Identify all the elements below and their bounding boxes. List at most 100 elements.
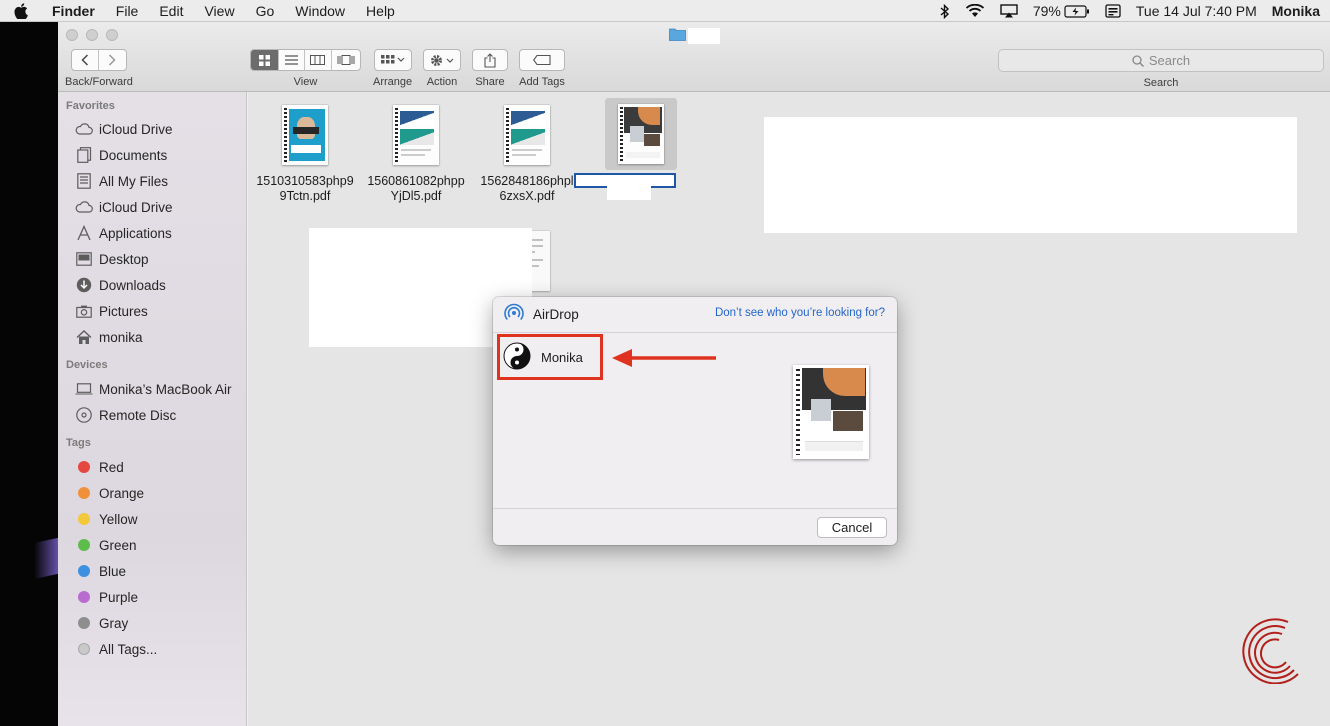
sidebar-item-label: Yellow (99, 511, 138, 527)
home-icon (74, 329, 94, 345)
add-tags-button[interactable] (520, 50, 564, 70)
grid-icon (258, 54, 270, 66)
airplay-icon[interactable] (1000, 4, 1018, 18)
search-icon (1132, 54, 1144, 67)
list-icon (284, 55, 298, 65)
wifi-icon[interactable] (965, 4, 985, 18)
applications-icon (74, 225, 94, 241)
tag-icon (533, 55, 551, 65)
chevron-right-icon (109, 54, 116, 66)
forward-button[interactable] (99, 50, 126, 70)
apple-icon[interactable] (14, 2, 36, 19)
sidebar-tag-blue[interactable]: Blue (58, 558, 246, 584)
user-name[interactable]: Monika (1272, 3, 1320, 19)
sidebar-item-label: Applications (99, 225, 172, 241)
sidebar-tag-orange[interactable]: Orange (58, 480, 246, 506)
sidebar-item-label: Pictures (99, 303, 148, 319)
share-button[interactable] (473, 50, 507, 70)
sidebar-item-icloud-drive-2[interactable]: iCloud Drive (58, 194, 246, 220)
pdf-file-icon (618, 104, 664, 164)
sidebar-tag-red[interactable]: Red (58, 454, 246, 480)
window-title (669, 27, 720, 44)
zoom-window-button[interactable] (106, 29, 118, 41)
back-button[interactable] (72, 50, 99, 70)
sidebar-item-documents[interactable]: Documents (58, 142, 246, 168)
sidebar-item-pictures[interactable]: Pictures (58, 298, 246, 324)
disc-icon (74, 407, 94, 423)
airdrop-sheet: AirDrop Don’t see who you’re looking for… (493, 297, 897, 545)
menu-go[interactable]: Go (256, 3, 275, 19)
file-item[interactable]: 1562848186phpl 6zxsX.pdf (475, 100, 579, 204)
file-item[interactable]: 1510310583php9 9Tctn.pdf (253, 100, 357, 204)
menu-edit[interactable]: Edit (159, 3, 183, 19)
sidebar: Favorites iCloud Drive Documents All My … (58, 92, 247, 726)
menu-file[interactable]: File (116, 3, 139, 19)
sidebar-item-label: Documents (99, 147, 168, 163)
file-name: 1510310583php9 9Tctn.pdf (253, 174, 357, 204)
bluetooth-icon[interactable] (940, 3, 950, 19)
sidebar-section-favorites: Favorites (66, 100, 115, 112)
airdrop-help-link[interactable]: Don’t see who you’re looking for? (715, 307, 885, 319)
menu-help[interactable]: Help (366, 3, 395, 19)
sidebar-item-label: Monika’s MacBook Air (99, 381, 232, 397)
sidebar-item-macbook-air[interactable]: Monika’s MacBook Air (58, 376, 246, 402)
sidebar-tag-yellow[interactable]: Yellow (58, 506, 246, 532)
file-name-line: 6zxsX.pdf (499, 189, 555, 203)
airdrop-title: AirDrop (533, 307, 579, 322)
minimize-window-button[interactable] (86, 29, 98, 41)
menu-window[interactable]: Window (295, 3, 345, 19)
menu-view[interactable]: View (204, 3, 234, 19)
sidebar-item-all-my-files[interactable]: All My Files (58, 168, 246, 194)
cover-flow-icon (337, 55, 355, 65)
file-name-line: 1510310583php9 (256, 174, 354, 188)
sidebar-tag-all-tags[interactable]: All Tags... (58, 636, 246, 662)
back-forward-group: Back/Forward (65, 49, 133, 88)
sidebar-item-applications[interactable]: Applications (58, 220, 246, 246)
sidebar-item-remote-disc[interactable]: Remote Disc (58, 402, 246, 428)
keyboard-input-icon[interactable] (1105, 4, 1121, 18)
menu-app-finder[interactable]: Finder (52, 3, 95, 19)
sidebar-item-downloads[interactable]: Downloads (58, 272, 246, 298)
sidebar-item-label: Desktop (99, 251, 149, 267)
file-item-selected[interactable] (574, 98, 693, 200)
sidebar-item-label: Purple (99, 589, 139, 605)
sidebar-item-icloud-drive[interactable]: iCloud Drive (58, 116, 246, 142)
window-title-redacted (688, 27, 720, 44)
file-thumbnail (382, 100, 450, 170)
pdf-file-icon (504, 105, 550, 165)
sidebar-item-label: All My Files (99, 173, 169, 189)
share-group: Share (472, 49, 508, 88)
add-tags-group: Add Tags (519, 49, 565, 88)
arrange-button[interactable] (375, 50, 411, 70)
cloud-icon (74, 121, 94, 137)
pdf-file-icon (282, 105, 328, 165)
battery-icon (1064, 4, 1089, 18)
search-field[interactable]: Search (998, 49, 1324, 72)
laptop-icon (74, 381, 94, 397)
column-view-button[interactable] (305, 50, 332, 70)
sidebar-item-home[interactable]: monika (58, 324, 246, 350)
action-label: Action (426, 76, 458, 88)
sidebar-item-label: Remote Disc (99, 407, 177, 423)
sidebar-item-desktop[interactable]: Desktop (58, 246, 246, 272)
clock[interactable]: Tue 14 Jul 7:40 PM (1136, 3, 1257, 19)
sidebar-tag-gray[interactable]: Gray (58, 610, 246, 636)
cancel-button[interactable]: Cancel (817, 517, 887, 538)
columns-icon (310, 55, 326, 65)
gallery-view-button[interactable] (332, 50, 360, 70)
arrange-icon (380, 55, 404, 64)
sidebar-tag-green[interactable]: Green (58, 532, 246, 558)
sidebar-tag-purple[interactable]: Purple (58, 584, 246, 610)
battery-status[interactable]: 79% (1033, 3, 1090, 19)
close-window-button[interactable] (66, 29, 78, 41)
action-button[interactable] (424, 50, 460, 70)
sidebar-item-label: Downloads (99, 277, 166, 293)
file-item[interactable]: 1560861082phpp YjDl5.pdf (364, 100, 468, 204)
icon-view-button[interactable] (251, 50, 279, 70)
airdrop-recipient-monika[interactable]: Monika (497, 334, 603, 380)
file-name-line: 1562848186phpl (480, 174, 574, 188)
share-icon (484, 52, 496, 68)
annotation-arrow-icon (612, 349, 716, 367)
redacted-region (764, 117, 1297, 233)
list-view-button[interactable] (279, 50, 306, 70)
